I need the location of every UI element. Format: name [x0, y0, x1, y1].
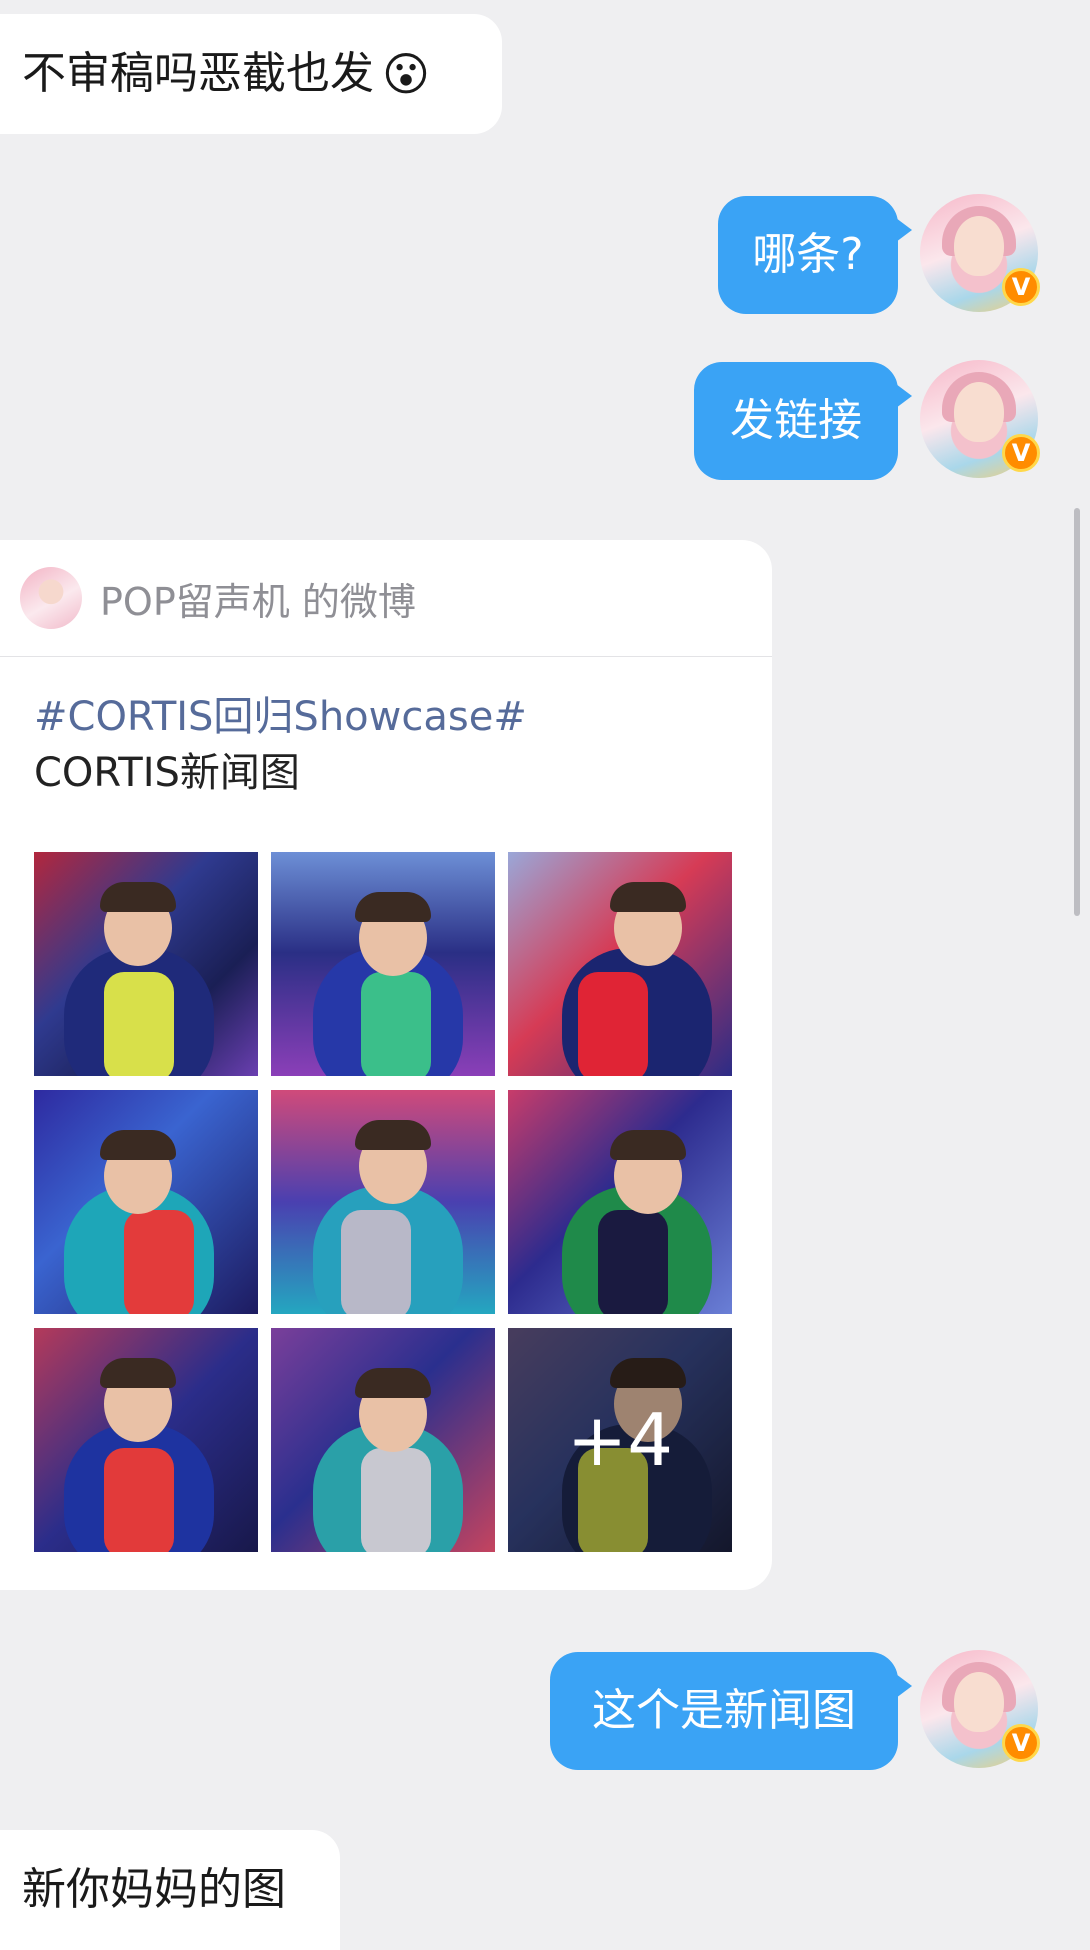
outgoing-message-bubble[interactable]: 这个是新闻图 — [550, 1652, 912, 1770]
incoming-message-bubble[interactable]: 新你妈妈的图 — [0, 1830, 340, 1950]
photo-thumbnail[interactable] — [271, 1328, 495, 1552]
avatar[interactable]: V — [920, 360, 1040, 478]
topic-hashtag-link[interactable]: #CORTIS回归Showcase# — [34, 689, 738, 745]
card-caption: CORTIS新闻图 — [34, 750, 300, 796]
message-text: 不审稿吗恶截也发 — [22, 48, 374, 99]
verified-badge-icon: V — [1002, 1724, 1040, 1762]
photo-thumbnail[interactable] — [508, 852, 732, 1076]
photo-thumbnail[interactable]: +4 — [508, 1328, 732, 1552]
shared-weibo-card[interactable]: POP留声机 的微博 #CORTIS回归Showcase# CORTIS新闻图 … — [0, 540, 772, 1590]
photo-thumbnail[interactable] — [271, 1090, 495, 1314]
message-text: 发链接 — [730, 395, 862, 446]
verified-badge-icon: V — [1002, 268, 1040, 306]
message-text: 新你妈妈的图 — [22, 1864, 286, 1915]
surprised-emoji-icon: 😮 — [382, 47, 430, 101]
more-photos-count: +4 — [508, 1328, 732, 1552]
outgoing-message-bubble[interactable]: 哪条? — [718, 196, 912, 314]
photo-thumbnail[interactable] — [508, 1090, 732, 1314]
photo-grid: +4 — [34, 852, 734, 1552]
verified-badge-icon: V — [1002, 434, 1040, 472]
card-header[interactable]: POP留声机 的微博 — [0, 540, 772, 657]
photo-thumbnail[interactable] — [34, 1090, 258, 1314]
card-source-label: POP留声机 的微博 — [100, 579, 416, 624]
message-text: 哪条? — [752, 229, 864, 280]
avatar[interactable]: V — [920, 194, 1040, 312]
outgoing-message-bubble[interactable]: 发链接 — [694, 362, 912, 480]
avatar[interactable]: V — [920, 1650, 1040, 1768]
photo-thumbnail[interactable] — [34, 852, 258, 1076]
scrollbar[interactable] — [1074, 508, 1080, 916]
source-avatar — [20, 567, 82, 629]
photo-thumbnail[interactable] — [34, 1328, 258, 1552]
photo-thumbnail[interactable] — [271, 852, 495, 1076]
incoming-message-bubble[interactable]: 不审稿吗恶截也发 😮 — [0, 14, 502, 134]
message-text: 这个是新闻图 — [592, 1685, 856, 1736]
